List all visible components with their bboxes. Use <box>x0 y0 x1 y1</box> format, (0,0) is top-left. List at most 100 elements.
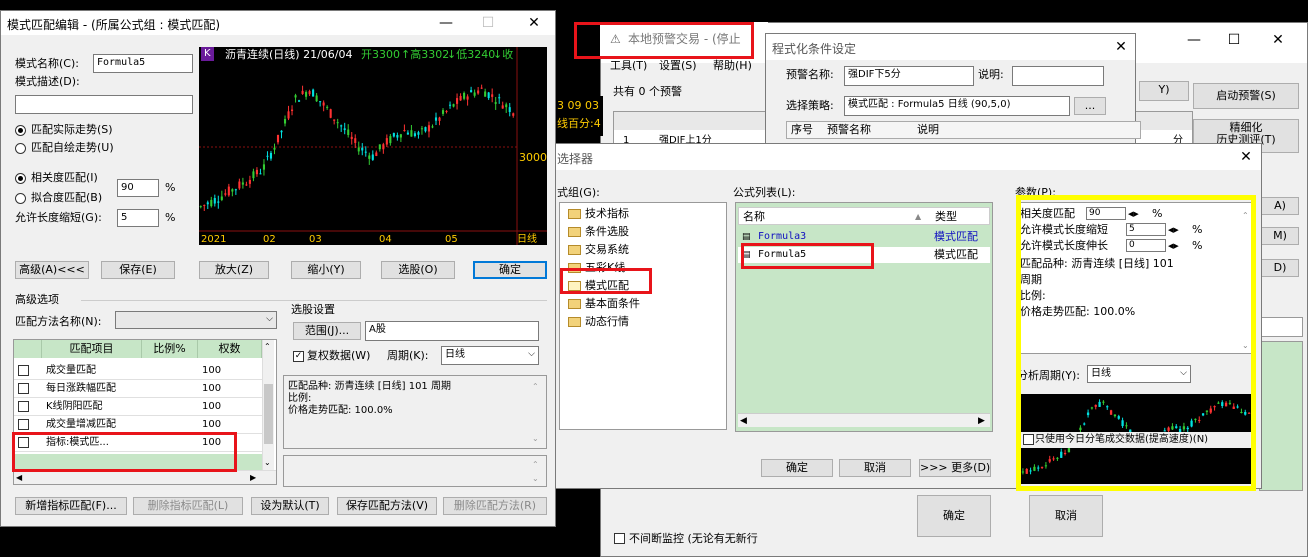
zoom-in-button[interactable]: 放大(Z) <box>199 261 269 279</box>
grid-hscroll[interactable]: ◀ ▶ <box>14 470 276 484</box>
row-weight: 100 <box>202 365 222 376</box>
row-checkbox[interactable] <box>18 401 29 412</box>
scroll-thumb[interactable] <box>264 384 273 444</box>
tree-trading-system[interactable]: 交易系统 <box>568 243 629 257</box>
selector-more-button[interactable]: >>> 更多(D) <box>919 459 991 477</box>
tree-fundamentals[interactable]: 基本面条件 <box>568 297 640 311</box>
candle-body <box>417 132 420 135</box>
radio-actual-trend[interactable] <box>15 125 26 136</box>
add-indicator-match-button[interactable]: 新增指标匹配(F)... <box>15 497 127 515</box>
tree-pattern-match[interactable]: 模式匹配 <box>568 279 629 293</box>
ok-button[interactable]: 确定 <box>473 261 547 279</box>
scroll-down-icon[interactable]: ⌄ <box>264 456 271 470</box>
zoom-out-button[interactable]: 缩小(Y) <box>291 261 361 279</box>
row-checkbox[interactable] <box>18 419 29 430</box>
maximize-icon[interactable]: ☐ <box>473 12 503 34</box>
condition-table-header: 序号 预警名称 说明 <box>786 121 1141 139</box>
menu-help[interactable]: 帮助(H) <box>713 59 752 73</box>
scroll-left-icon[interactable]: ◀ <box>16 471 22 485</box>
folder-icon <box>568 263 581 273</box>
set-default-button[interactable]: 设为默认(T) <box>251 497 329 515</box>
row-checkbox[interactable] <box>18 365 29 376</box>
menu-tools[interactable]: 工具(T) <box>610 59 647 73</box>
warning-icon: ⚠ <box>610 32 621 46</box>
pattern-desc-field[interactable] <box>15 95 193 114</box>
radio-correlation[interactable] <box>15 173 26 184</box>
side-button-d[interactable]: D) <box>1261 259 1299 277</box>
minimize-icon[interactable]: — <box>1179 29 1209 51</box>
kline-chart[interactable]: K 沥青连续(日线) 21/06/04 开3300 ↑高3302 ↓低3240 … <box>199 47 547 245</box>
delete-method-button[interactable]: 删除匹配方法(R) <box>443 497 547 515</box>
close-icon[interactable]: ✕ <box>1106 36 1136 58</box>
candle-body <box>245 184 248 186</box>
pattern-desc-label: 模式描述(D): <box>15 75 80 88</box>
strategy-field[interactable]: 模式匹配 : Formula5 日线 (90,5,0) <box>844 96 1070 116</box>
radio-self-drawn[interactable] <box>15 143 26 154</box>
scroll-up-icon[interactable]: ⌃ <box>532 380 539 394</box>
selector-ok-button[interactable]: 确定 <box>761 459 833 477</box>
row-checkbox[interactable] <box>18 383 29 394</box>
side-button-a[interactable]: A) <box>1261 197 1299 215</box>
save-method-button[interactable]: 保存匹配方法(V) <box>337 497 437 515</box>
adjust-checkbox[interactable]: ✓ <box>293 351 304 362</box>
formula-row[interactable]: ▤ Formula3 模式匹配 <box>738 229 990 245</box>
range-field[interactable]: A股 <box>365 321 539 341</box>
minimize-icon[interactable]: — <box>431 12 461 34</box>
selector-cancel-button[interactable]: 取消 <box>839 459 911 477</box>
close-icon[interactable]: ✕ <box>1263 29 1293 51</box>
start-alert-button[interactable]: 启动预警(S) <box>1193 83 1299 109</box>
scroll-up-icon[interactable]: ⌃ <box>264 340 271 354</box>
maximize-icon[interactable]: ☐ <box>1219 29 1249 51</box>
summary-line: 价格走势匹配: 100.0% <box>288 405 393 416</box>
close-icon[interactable]: ✕ <box>1231 146 1261 168</box>
table-row[interactable]: 指标:模式匹... 100 <box>14 434 262 452</box>
scroll-right-icon[interactable]: ▶ <box>978 414 985 428</box>
side-button-m[interactable]: M) <box>1261 227 1299 245</box>
row-checkbox[interactable] <box>18 437 29 448</box>
candle-body <box>298 100 301 102</box>
candle-body <box>273 147 276 150</box>
close-icon[interactable]: ✕ <box>519 12 549 34</box>
table-row[interactable]: K线阴阳匹配 100 <box>14 398 262 416</box>
tree-color-k[interactable]: 五彩K线 <box>568 261 625 275</box>
method-name-select[interactable]: ⌵ <box>115 311 277 329</box>
shorten-value[interactable]: 5 <box>117 209 159 227</box>
cycle-select[interactable]: 日线 ⌵ <box>441 346 539 365</box>
chart-open: 开3300 <box>361 48 400 61</box>
bg-ok-button[interactable]: 确定 <box>917 495 991 537</box>
scroll-right-icon[interactable]: ▶ <box>250 471 256 485</box>
table-row[interactable]: 成交量匹配 100 <box>14 362 262 380</box>
col-alert-name: 预警名称 <box>827 123 871 136</box>
range-button[interactable]: 范围(J)... <box>293 322 361 340</box>
scroll-down-icon[interactable]: ⌄ <box>532 432 539 446</box>
tree-stock-conditions[interactable]: 条件选股 <box>568 225 629 239</box>
table-row[interactable]: 成交量增减匹配 100 <box>14 416 262 434</box>
radio-fit[interactable] <box>15 193 26 204</box>
strategy-more-button[interactable]: ... <box>1074 97 1106 115</box>
correlation-value[interactable]: 90 <box>117 179 159 197</box>
grid-vscroll[interactable]: ⌃ ⌄ <box>262 340 274 470</box>
scroll-down-icon[interactable]: ⌄ <box>532 472 539 486</box>
bg-monitor-checkbox[interactable] <box>614 533 625 544</box>
save-button[interactable]: 保存(E) <box>101 261 175 279</box>
tree-dynamic-quotes[interactable]: 动态行情 <box>568 315 629 329</box>
candle-body <box>199 206 202 208</box>
table-row[interactable]: 每日涨跌幅匹配 100 <box>14 380 262 398</box>
scroll-left-icon[interactable]: ◀ <box>740 414 747 428</box>
menu-settings[interactable]: 设置(S) <box>659 59 697 73</box>
pattern-name-field[interactable]: Formula5 <box>93 54 193 73</box>
bg-cancel-button[interactable]: 取消 <box>1029 495 1103 537</box>
candle-body <box>375 152 378 156</box>
delete-indicator-match-button[interactable]: 删除指标匹配(L) <box>133 497 243 515</box>
desc-field[interactable] <box>1012 66 1104 86</box>
candle-body <box>305 92 308 97</box>
formula-row[interactable]: ▤ Formula5 模式匹配 <box>738 247 990 263</box>
advanced-button[interactable]: 高级(A)<<< <box>15 261 89 279</box>
tree-tech-indicators[interactable]: 技术指标 <box>568 207 629 221</box>
candle-body <box>312 89 315 97</box>
scroll-up-icon[interactable]: ⌃ <box>532 458 539 472</box>
select-stock-button[interactable]: 选股(O) <box>381 261 455 279</box>
y-button[interactable]: Y) <box>1139 81 1189 101</box>
alert-name-field[interactable]: 强DIF下5分 <box>844 66 974 86</box>
formula-hscroll[interactable]: ◀ ▶ <box>738 413 990 427</box>
